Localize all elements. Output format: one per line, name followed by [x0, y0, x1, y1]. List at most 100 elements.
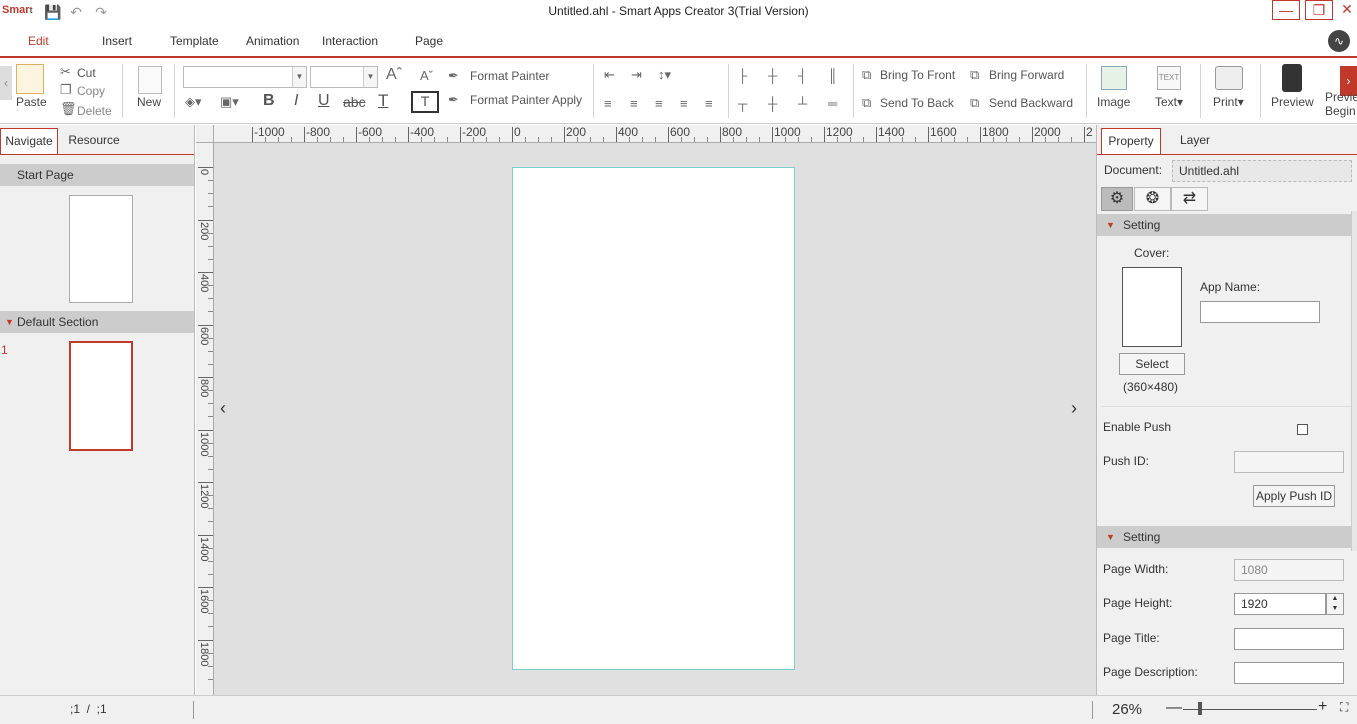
tab-page[interactable]: Page [415, 34, 443, 48]
minimize-button[interactable]: — [1272, 0, 1300, 20]
previous-page-arrow-icon[interactable]: ‹ [220, 398, 226, 419]
italic-button[interactable]: I [294, 92, 298, 110]
font-family-select[interactable]: ▼ [183, 66, 307, 88]
tab-edit[interactable]: Edit [14, 34, 63, 62]
preview-button[interactable]: Preview [1271, 95, 1314, 109]
tab-resource[interactable]: Resource [64, 128, 124, 154]
settings-gear-icon[interactable]: ⚙ [1101, 187, 1133, 211]
align-objects-middle-icon[interactable]: ┼ [768, 96, 777, 111]
page-title-input[interactable] [1234, 628, 1344, 650]
select-cover-button[interactable]: Select [1119, 353, 1185, 375]
tab-navigate[interactable]: Navigate [0, 128, 58, 154]
page-height-stepper[interactable]: ▲ ▼ [1326, 593, 1344, 615]
print-icon[interactable] [1215, 66, 1243, 90]
tab-insert[interactable]: Insert [102, 34, 132, 48]
collapse-arrow-icon[interactable]: ▼ [1106, 532, 1115, 542]
shrink-font-icon[interactable]: Aˇ [420, 68, 433, 83]
apply-push-id-button[interactable]: Apply Push ID [1253, 485, 1335, 507]
wheel-icon[interactable]: ❂ [1134, 187, 1171, 211]
ribbon-scroll-left-icon[interactable]: ‹ [0, 66, 12, 100]
zoom-in-icon[interactable]: + [1318, 698, 1327, 716]
ruler-tick [1032, 127, 1033, 142]
collapse-arrow-icon[interactable]: ▼ [1106, 220, 1115, 230]
new-button[interactable]: New [137, 95, 161, 109]
zoom-out-icon[interactable]: — [1166, 699, 1182, 717]
paste-button[interactable]: Paste [16, 95, 47, 109]
distribute-vertical-icon[interactable]: ═ [828, 96, 837, 111]
zoom-slider-track[interactable] [1183, 709, 1317, 710]
tab-template[interactable]: Template [170, 34, 219, 48]
align-left-icon[interactable]: ≡ [630, 96, 638, 111]
new-page-icon[interactable] [138, 66, 162, 94]
decrease-indent-icon[interactable]: ⇤ [604, 67, 615, 83]
increase-indent-icon[interactable]: ⇥ [631, 67, 642, 83]
align-objects-left-icon[interactable]: ├ [738, 68, 747, 83]
align-objects-top-icon[interactable]: ┬ [738, 96, 747, 111]
send-backward-button[interactable]: Send Backward [989, 96, 1073, 110]
tab-layer[interactable]: Layer [1167, 128, 1223, 154]
zoom-slider-thumb[interactable] [1198, 702, 1203, 715]
format-painter-apply-button[interactable]: Format Painter Apply [470, 93, 582, 107]
strikethrough-button[interactable]: abc [343, 94, 366, 110]
copy-button[interactable]: Copy [77, 84, 105, 98]
align-right-icon[interactable]: ≡ [680, 96, 688, 111]
image-button[interactable]: Image [1097, 95, 1130, 109]
delete-button[interactable]: Delete [77, 104, 112, 118]
start-page-header[interactable]: Start Page [0, 164, 194, 186]
image-icon[interactable] [1101, 66, 1127, 90]
align-objects-bottom-icon[interactable]: ┴ [798, 96, 807, 111]
next-page-arrow-icon[interactable]: › [1071, 398, 1077, 419]
bring-to-front-button[interactable]: Bring To Front [880, 68, 955, 82]
preview-begin-label-2[interactable]: Begin [1325, 104, 1356, 118]
font-size-select[interactable]: ▼ [310, 66, 378, 88]
page-height-input[interactable]: 1920 [1234, 593, 1326, 615]
collapse-arrow-icon[interactable]: ▼ [5, 317, 14, 327]
distribute-horizontal-icon[interactable]: ║ [828, 68, 837, 83]
print-button[interactable]: Print▾ [1213, 95, 1244, 109]
underline-button[interactable]: U [318, 92, 330, 110]
cover-image-box[interactable] [1122, 267, 1182, 347]
text-box-icon[interactable]: TEXT [1157, 66, 1181, 90]
text-style-icon[interactable]: T [411, 91, 439, 113]
preview-begin-label-1[interactable]: Previe [1325, 90, 1357, 104]
activity-icon[interactable]: ∿ [1328, 30, 1350, 52]
font-color-button[interactable]: T [378, 91, 388, 111]
setting-section-header-1[interactable]: Setting [1097, 214, 1352, 236]
align-center-icon[interactable]: ≡ [655, 96, 663, 111]
paste-icon[interactable] [16, 64, 44, 94]
start-page-thumbnail[interactable] [69, 195, 133, 303]
default-section-header[interactable]: Default Section [0, 311, 194, 333]
grow-font-icon[interactable]: Aˆ [386, 66, 402, 84]
app-name-input[interactable] [1200, 301, 1320, 323]
cut-button[interactable]: Cut [77, 66, 96, 80]
tab-interaction[interactable]: Interaction [322, 34, 378, 48]
list-icon[interactable]: ≡ [604, 96, 612, 111]
panel-scrollbar[interactable] [1351, 211, 1357, 551]
transition-arrows-icon[interactable]: ⇄ [1171, 187, 1208, 211]
push-id-input[interactable] [1234, 451, 1344, 473]
design-page[interactable] [512, 167, 795, 670]
justify-icon[interactable]: ≡ [705, 96, 713, 111]
page-1-thumbnail[interactable] [69, 341, 133, 451]
tab-property[interactable]: Property [1101, 128, 1161, 154]
close-button[interactable]: ✕ [1337, 0, 1357, 20]
page-width-input[interactable]: 1080 [1234, 559, 1344, 581]
align-objects-center-icon[interactable]: ┼ [768, 68, 777, 83]
fit-window-icon[interactable]: ⛶ [1340, 700, 1348, 715]
line-spacing-icon[interactable]: ↕▾ [658, 67, 671, 83]
send-to-back-button[interactable]: Send To Back [880, 96, 954, 110]
align-objects-right-icon[interactable]: ┤ [798, 68, 807, 83]
ruler-minor-tick [343, 137, 344, 142]
restore-button[interactable]: ❐ [1305, 0, 1333, 20]
text-button[interactable]: Text▾ [1155, 95, 1183, 109]
fill-color-icon[interactable]: ◈▾ [185, 94, 202, 110]
bring-forward-button[interactable]: Bring Forward [989, 68, 1064, 82]
page-description-input[interactable] [1234, 662, 1344, 684]
bold-button[interactable]: B [263, 92, 275, 110]
format-painter-button[interactable]: Format Painter [470, 69, 549, 83]
preview-phone-icon[interactable] [1282, 64, 1302, 92]
setting-section-header-2[interactable]: Setting [1097, 526, 1352, 548]
border-style-icon[interactable]: ▣▾ [220, 94, 239, 110]
tab-animation[interactable]: Animation [246, 34, 299, 48]
enable-push-checkbox[interactable] [1297, 424, 1308, 435]
